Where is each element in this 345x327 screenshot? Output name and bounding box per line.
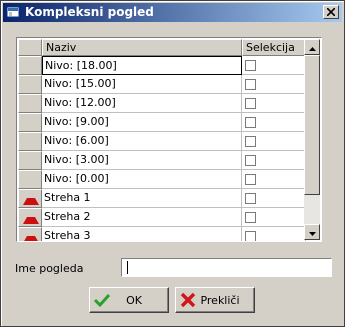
table-row[interactable]: Nivo: [3.00]: [18, 151, 306, 170]
ok-button[interactable]: OK: [89, 287, 169, 313]
vertical-scrollbar[interactable]: [304, 39, 320, 240]
selection-cell: [242, 227, 306, 241]
selection-checkbox[interactable]: [245, 60, 256, 71]
selection-cell: [242, 113, 306, 132]
row-header[interactable]: [18, 94, 42, 113]
row-header[interactable]: [18, 56, 42, 75]
selection-checkbox[interactable]: [245, 174, 256, 185]
table-row[interactable]: Nivo: [0.00]: [18, 170, 306, 189]
table-row[interactable]: Nivo: [6.00]: [18, 132, 306, 151]
row-name[interactable]: Nivo: [12.00]: [42, 94, 242, 113]
table-row[interactable]: Nivo: [18.00]: [18, 56, 306, 75]
close-icon: [326, 6, 336, 19]
cancel-label: Prekliči: [200, 293, 240, 307]
selection-checkbox[interactable]: [245, 117, 256, 128]
row-name[interactable]: Nivo: [18.00]: [42, 56, 242, 75]
window-title: Kompleksni pogled: [25, 5, 154, 19]
arrow-down-icon: [308, 226, 316, 239]
close-button[interactable]: [323, 5, 339, 19]
row-header[interactable]: [18, 189, 42, 208]
table-row[interactable]: Streha 1: [18, 189, 306, 208]
selection-cell: [242, 170, 306, 189]
scroll-down-button[interactable]: [304, 224, 320, 240]
selection-cell: [242, 94, 306, 113]
selection-checkbox[interactable]: [245, 79, 256, 90]
row-name[interactable]: Nivo: [6.00]: [42, 132, 242, 151]
column-header-name[interactable]: Naziv: [42, 39, 242, 56]
table-row[interactable]: Streha 3: [18, 227, 306, 241]
table-row[interactable]: Nivo: [12.00]: [18, 94, 306, 113]
scroll-thumb[interactable]: [304, 55, 320, 195]
column-header-selection[interactable]: Selekcija: [242, 39, 306, 56]
selection-cell: [242, 208, 306, 227]
row-name[interactable]: Streha 3: [42, 227, 242, 241]
row-header[interactable]: [18, 75, 42, 94]
row-header[interactable]: [18, 151, 42, 170]
cancel-button[interactable]: Prekliči: [175, 287, 255, 313]
roof-icon: [23, 198, 39, 205]
row-name[interactable]: Nivo: [0.00]: [42, 170, 242, 189]
selection-checkbox[interactable]: [245, 212, 256, 223]
table-row[interactable]: Nivo: [15.00]: [18, 75, 306, 94]
row-name[interactable]: Streha 2: [42, 208, 242, 227]
table-row[interactable]: Nivo: [9.00]: [18, 113, 306, 132]
ok-label: OK: [126, 293, 142, 307]
title-bar[interactable]: Kompleksni pogled: [3, 3, 342, 22]
selection-checkbox[interactable]: [245, 155, 256, 166]
checkmark-icon: [93, 292, 111, 308]
red-x-icon: [180, 292, 196, 308]
selection-cell: [242, 132, 306, 151]
table-grid: Naziv Selekcija Nivo: [18.00] Nivo: [15.0…: [18, 39, 306, 241]
row-header[interactable]: [18, 208, 42, 227]
selection-checkbox[interactable]: [245, 136, 256, 147]
selection-checkbox[interactable]: [245, 231, 256, 241]
row-header[interactable]: [18, 132, 42, 151]
roof-icon: [24, 236, 38, 241]
row-header[interactable]: [18, 227, 42, 241]
table-header: Naziv Selekcija: [18, 39, 306, 56]
complex-view-dialog: Kompleksni pogled Naziv Selekcija Nivo: …: [0, 0, 345, 327]
row-name[interactable]: Nivo: [9.00]: [42, 113, 242, 132]
table-row[interactable]: Streha 2: [18, 208, 306, 227]
row-name[interactable]: Nivo: [3.00]: [42, 151, 242, 170]
selection-cell: [242, 56, 306, 75]
selection-checkbox[interactable]: [245, 193, 256, 204]
arrow-up-icon: [308, 41, 316, 54]
row-name[interactable]: Nivo: [15.00]: [42, 75, 242, 94]
view-name-input[interactable]: [121, 258, 332, 277]
selection-cell: [242, 151, 306, 170]
selection-cell: [242, 189, 306, 208]
column-header-row-marker[interactable]: [18, 39, 42, 56]
view-icon: [6, 5, 20, 19]
selection-checkbox[interactable]: [245, 98, 256, 109]
row-name[interactable]: Streha 1: [42, 189, 242, 208]
text-caret: [127, 261, 128, 274]
view-name-label: Ime pogleda: [15, 262, 84, 275]
row-header[interactable]: [18, 170, 42, 189]
scroll-up-button[interactable]: [304, 39, 320, 55]
row-header[interactable]: [18, 113, 42, 132]
levels-table: Naziv Selekcija Nivo: [18.00] Nivo: [15.0…: [16, 37, 322, 242]
roof-icon: [23, 217, 39, 224]
selection-cell: [242, 75, 306, 94]
